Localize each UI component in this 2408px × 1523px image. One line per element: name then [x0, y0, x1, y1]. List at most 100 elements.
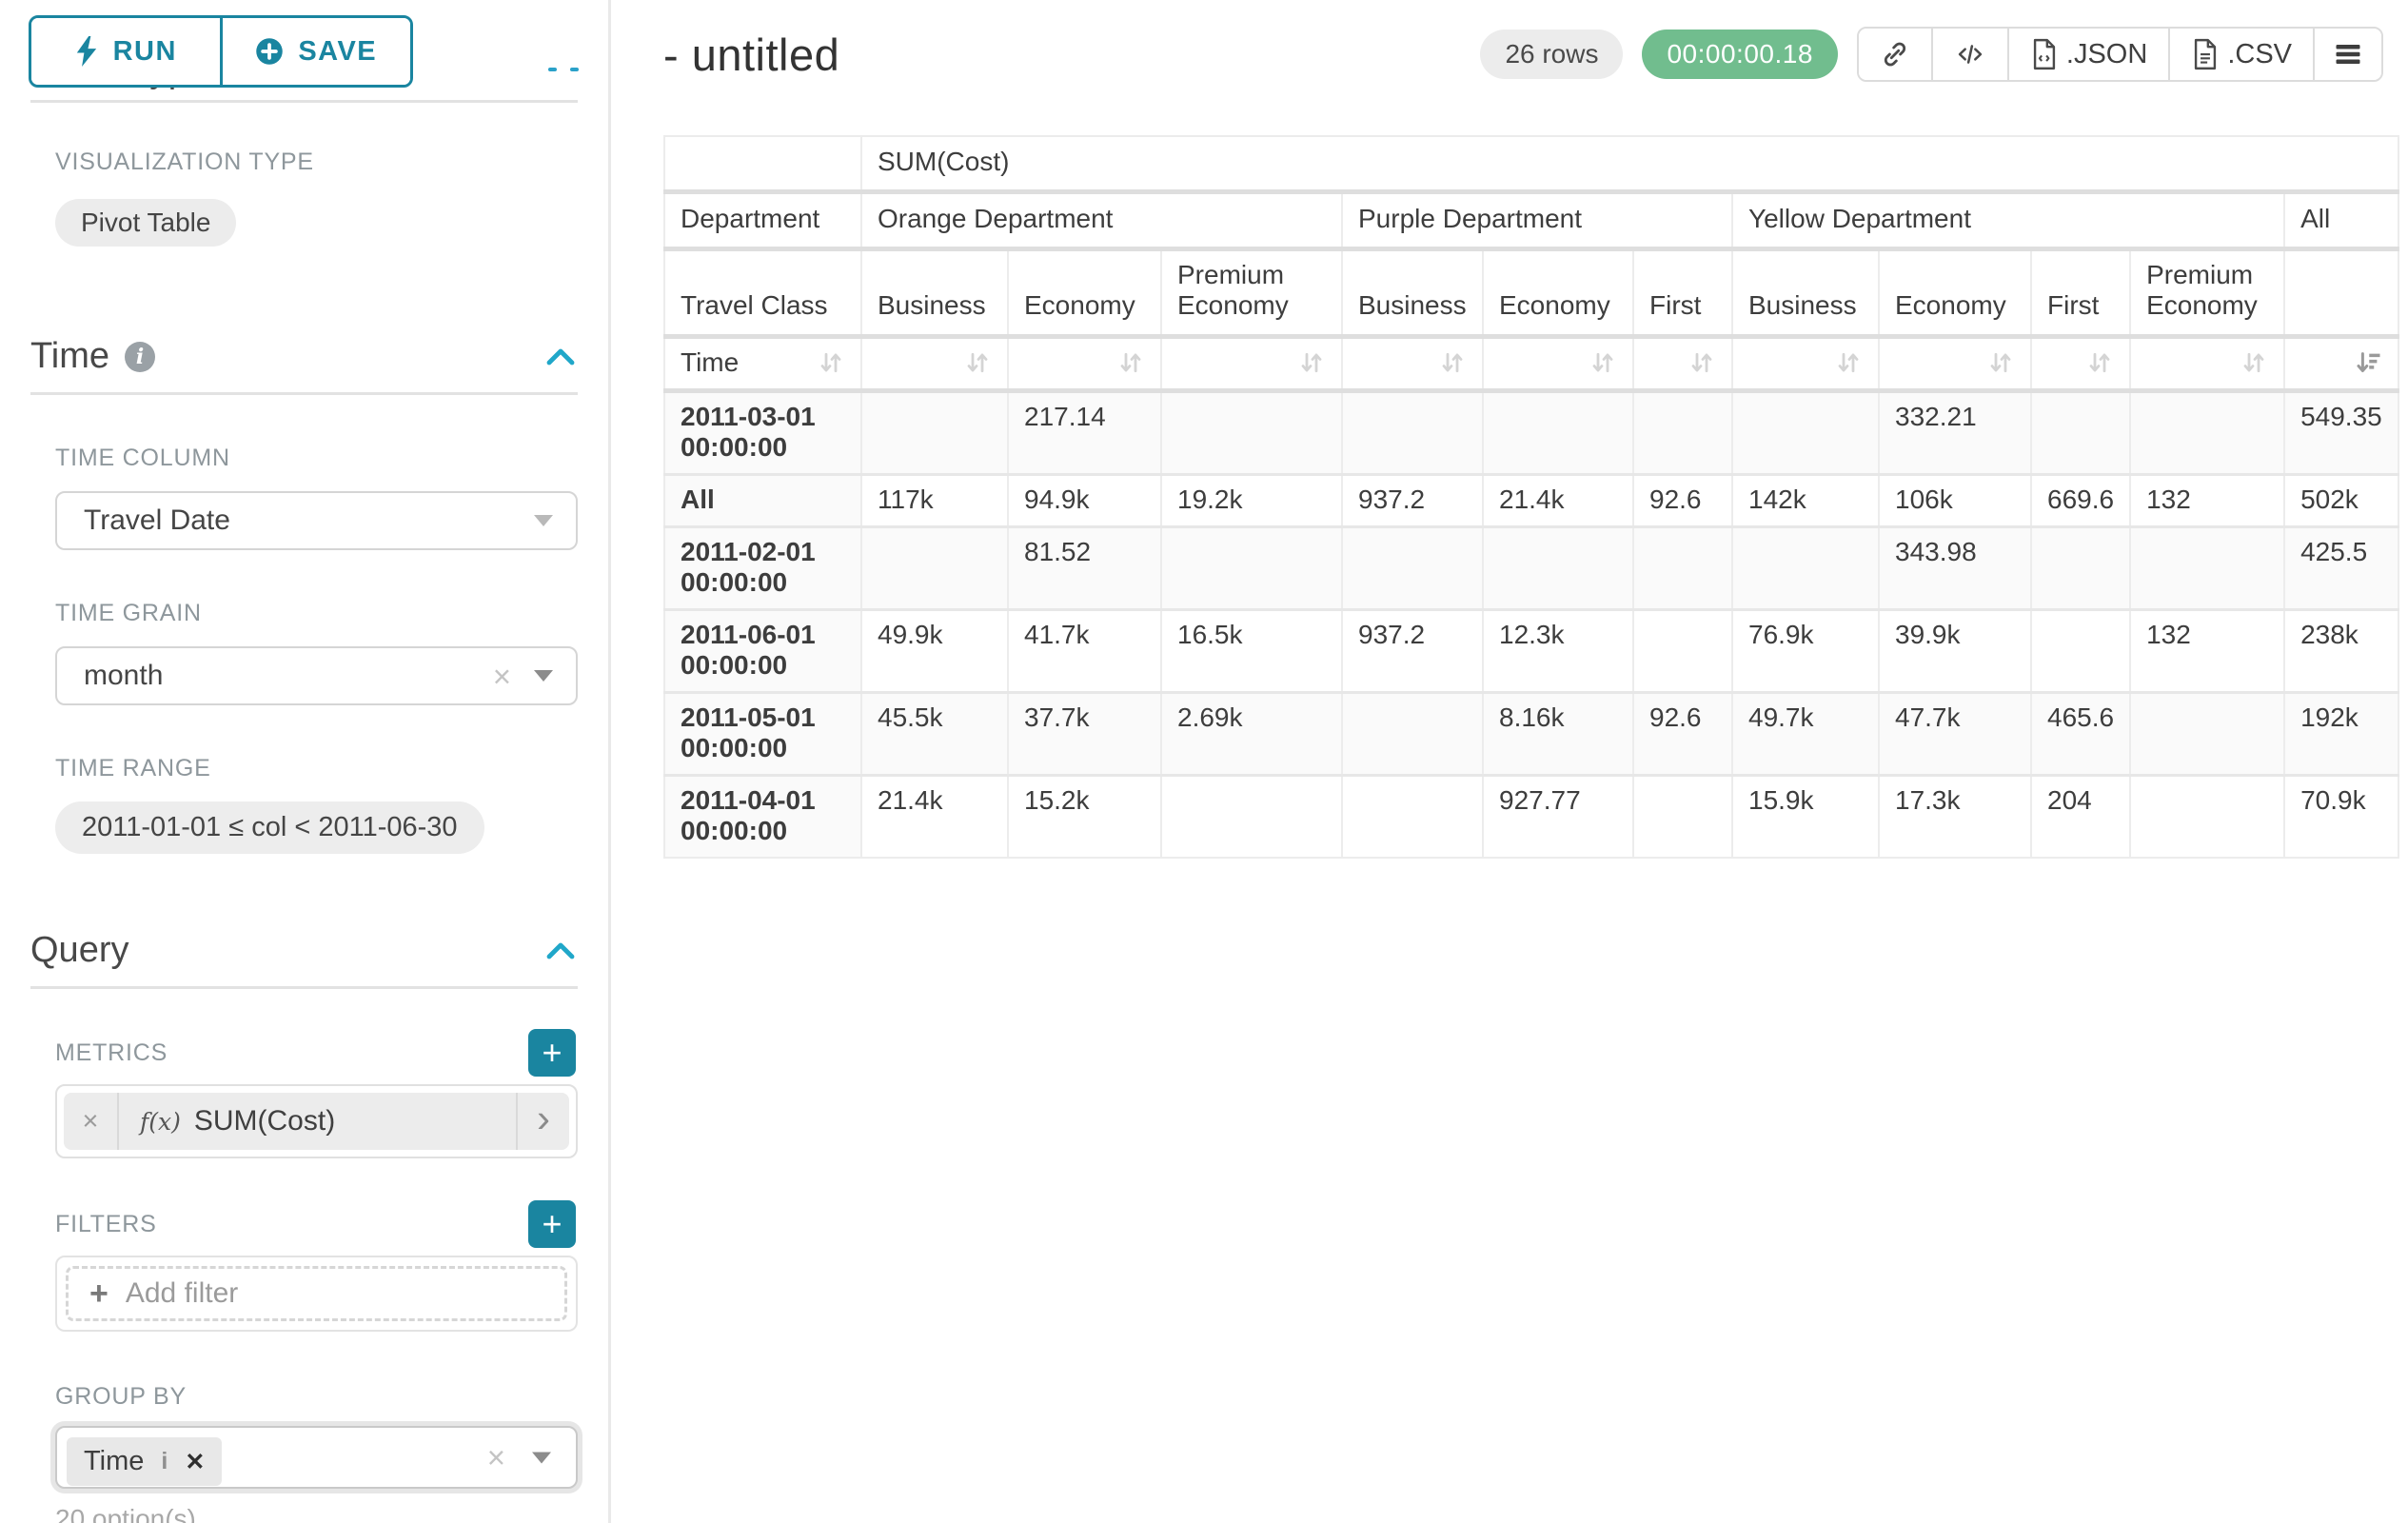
sort-descending-icon[interactable]: [2354, 348, 2382, 377]
pivot-sort-cell[interactable]: [1483, 336, 1633, 390]
time-range-pill[interactable]: 2011-01-01 ≤ col < 2011-06-30: [55, 801, 484, 854]
query-timer-badge: 00:00:00.18: [1642, 30, 1837, 79]
pivot-sort-cell-active[interactable]: [2284, 336, 2398, 390]
pivot-cell: 238k: [2284, 609, 2398, 692]
table-row: 2011-04-01 00:00:0021.4k15.2k927.7715.9k…: [664, 775, 2398, 858]
group-by-select[interactable]: Time i ✕ ×: [55, 1426, 578, 1489]
pivot-sort-cell[interactable]: [1161, 336, 1342, 390]
pivot-cell: [2031, 390, 2130, 474]
pivot-cell: 92.6: [1633, 474, 1732, 526]
pivot-cell: 204: [2031, 775, 2130, 858]
json-file-icon: [2030, 38, 2059, 70]
pivot-sort-cell[interactable]: [1008, 336, 1161, 390]
chevron-down-icon[interactable]: [532, 1452, 551, 1463]
pivot-cell: [1633, 390, 1732, 474]
csv-file-icon: [2191, 38, 2220, 70]
pivot-row-dimension-header: Department: [664, 191, 861, 248]
add-metric-button[interactable]: +: [528, 1029, 576, 1077]
time-column-label: TIME COLUMN: [55, 445, 578, 472]
pivot-cell: 142k: [1732, 474, 1879, 526]
sort-arrows-icon[interactable]: [2240, 348, 2268, 377]
pivot-sort-cell[interactable]: [2130, 336, 2284, 390]
panel-drag-handle[interactable]: [548, 68, 579, 71]
sort-arrows-icon[interactable]: [2085, 348, 2114, 377]
pivot-header-row: Travel ClassBusinessEconomyPremium Econo…: [664, 248, 2398, 336]
pivot-cell: 8.16k: [1483, 692, 1633, 775]
sort-arrows-icon[interactable]: [1438, 348, 1467, 377]
pivot-cell: [2031, 526, 2130, 609]
groupby-tag-time[interactable]: Time i ✕: [67, 1437, 222, 1486]
export-csv-button[interactable]: .CSV: [2168, 29, 2313, 80]
table-row: 2011-03-01 00:00:00217.14332.21549.35: [664, 390, 2398, 474]
sort-arrows-icon[interactable]: [1834, 348, 1863, 377]
control-panel: Chart Type RUN SAVE VISUALIZATION TYPE P…: [0, 0, 611, 1523]
visualization-type-pill[interactable]: Pivot Table: [55, 199, 236, 247]
view-query-button[interactable]: [1931, 29, 2007, 80]
time-grain-select[interactable]: month ×: [55, 646, 578, 705]
chevron-down-icon[interactable]: [534, 670, 553, 682]
pivot-cell: 192k: [2284, 692, 2398, 775]
pivot-cell: [1732, 390, 1879, 474]
sort-arrows-icon[interactable]: [963, 348, 992, 377]
pivot-sort-cell[interactable]: [1879, 336, 2031, 390]
clear-icon[interactable]: ×: [487, 1442, 505, 1474]
clear-icon[interactable]: ×: [493, 661, 511, 692]
json-button-label: .JSON: [2066, 39, 2147, 70]
metrics-container: × f(x) SUM(Cost) ›: [55, 1084, 578, 1158]
sort-arrows-icon[interactable]: [1589, 348, 1617, 377]
pivot-cell: 15.2k: [1008, 775, 1161, 858]
pivot-cell: 70.9k: [2284, 775, 2398, 858]
time-column-select[interactable]: Travel Date: [55, 491, 578, 550]
time-range-label: TIME RANGE: [55, 755, 578, 782]
pivot-cell: 16.5k: [1161, 609, 1342, 692]
info-icon[interactable]: i: [125, 342, 155, 372]
pivot-sort-cell[interactable]: [2031, 336, 2130, 390]
pivot-cell: 49.9k: [861, 609, 1008, 692]
pivot-cell: 332.21: [1879, 390, 2031, 474]
pivot-cell: 76.9k: [1732, 609, 1879, 692]
page-title: - untitled: [663, 29, 839, 81]
pivot-cell: 81.52: [1008, 526, 1161, 609]
export-json-button[interactable]: .JSON: [2007, 29, 2168, 80]
chevron-right-icon[interactable]: ›: [516, 1093, 569, 1150]
menu-button[interactable]: [2313, 29, 2381, 80]
pivot-sort-cell[interactable]: [1342, 336, 1483, 390]
pivot-cell: [1342, 390, 1483, 474]
add-filter-label: Add filter: [126, 1277, 238, 1310]
plus-icon: +: [89, 1276, 109, 1313]
run-button[interactable]: RUN: [31, 18, 223, 85]
pivot-cell: 502k: [2284, 474, 2398, 526]
pivot-cell: [2130, 775, 2284, 858]
sort-arrows-icon[interactable]: [1688, 348, 1716, 377]
chevron-down-icon[interactable]: [534, 515, 553, 526]
share-link-button[interactable]: [1859, 29, 1931, 80]
pivot-cell: [1633, 526, 1732, 609]
pivot-row-label: 2011-05-01 00:00:00: [664, 692, 861, 775]
remove-metric-icon[interactable]: ×: [64, 1093, 119, 1150]
pivot-col-header: Business: [1342, 248, 1483, 336]
pivot-sort-row: Time: [664, 336, 2398, 390]
remove-tag-icon[interactable]: ✕: [185, 1448, 205, 1476]
pivot-cell: 669.6: [2031, 474, 2130, 526]
sort-arrows-icon[interactable]: [1986, 348, 2015, 377]
add-filter-dropzone[interactable]: + Add filter: [66, 1266, 567, 1321]
pivot-col-header: Premium Economy: [1161, 248, 1342, 336]
sort-arrows-icon[interactable]: [817, 348, 845, 377]
metric-pill[interactable]: × f(x) SUM(Cost) ›: [64, 1093, 569, 1150]
pivot-corner-cell: [664, 136, 861, 191]
pivot-sort-label-cell[interactable]: Time: [664, 336, 861, 390]
pivot-sort-cell[interactable]: [1633, 336, 1732, 390]
sort-arrows-icon[interactable]: [1116, 348, 1145, 377]
pivot-sort-cell[interactable]: [1732, 336, 1879, 390]
pivot-sort-cell[interactable]: [861, 336, 1008, 390]
pivot-cell: 37.7k: [1008, 692, 1161, 775]
pivot-row-label: 2011-03-01 00:00:00: [664, 390, 861, 474]
chevron-up-icon[interactable]: [543, 937, 578, 965]
pivot-cell: [1633, 775, 1732, 858]
info-icon[interactable]: i: [161, 1448, 168, 1475]
pivot-col-group-header: Purple Department: [1342, 191, 1732, 248]
chevron-up-icon[interactable]: [543, 343, 578, 371]
add-filter-button[interactable]: +: [528, 1200, 576, 1248]
sort-arrows-icon[interactable]: [1297, 348, 1326, 377]
save-button[interactable]: SAVE: [223, 18, 411, 85]
